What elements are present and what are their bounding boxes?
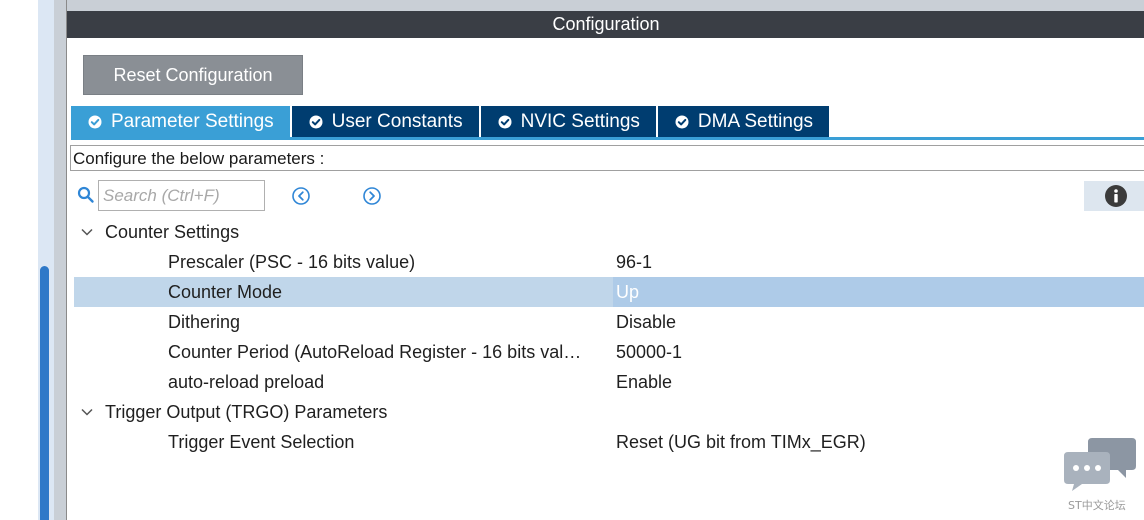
tab-label: User Constants — [331, 110, 463, 132]
info-icon — [1105, 185, 1127, 207]
check-circle-icon — [88, 115, 102, 128]
tab-dma-settings[interactable]: DMA Settings — [657, 106, 830, 137]
param-name: Counter Mode — [168, 282, 283, 302]
param-row[interactable]: Counter Period (AutoReload Register - 16… — [74, 337, 1144, 367]
tab-bar: Parameter Settings User Constants NVIC S… — [71, 106, 831, 137]
search-icon — [77, 186, 94, 203]
param-row[interactable]: Prescaler (PSC - 16 bits value) 96-1 — [74, 247, 1144, 277]
param-value[interactable]: Reset (UG bit from TIMx_EGR) — [616, 427, 866, 457]
param-value[interactable]: Disable — [616, 307, 676, 337]
panel-splitter[interactable] — [54, 0, 66, 520]
tab-user-constants[interactable]: User Constants — [291, 106, 479, 137]
param-name: Trigger Event Selection — [168, 432, 355, 452]
param-value-cell[interactable] — [613, 277, 1144, 307]
tab-label: Parameter Settings — [111, 110, 274, 132]
tab-underline — [71, 137, 1144, 140]
chat-bubble-icon — [1064, 438, 1136, 491]
param-value[interactable]: Up — [616, 277, 639, 307]
configuration-panel: Configuration Reset Configuration Parame… — [66, 0, 1144, 520]
tab-parameter-settings[interactable]: Parameter Settings — [71, 106, 290, 137]
panel-title: Configuration — [67, 11, 1144, 38]
param-name: Dithering — [168, 312, 241, 332]
tab-label: DMA Settings — [697, 110, 814, 132]
group-trigger-output-parameters[interactable]: Trigger Output (TRGO) Parameters — [74, 397, 1144, 427]
parameters-description: Configure the below parameters : — [70, 145, 1144, 171]
param-row[interactable]: Counter Mode Up — [74, 277, 1144, 307]
chevron-down-icon[interactable] — [80, 226, 94, 238]
check-circle-icon — [675, 115, 689, 128]
panel-top-strip — [67, 0, 1144, 11]
param-name: Prescaler (PSC - 16 bits value) — [168, 252, 416, 272]
param-name: auto-reload preload — [168, 372, 325, 392]
left-margin — [0, 0, 38, 520]
check-circle-icon — [309, 115, 323, 128]
chevron-right-circle-icon[interactable] — [362, 186, 382, 206]
tab-label: NVIC Settings — [520, 110, 640, 132]
param-name: Counter Period (AutoReload Register - 16… — [168, 342, 582, 362]
chevron-left-circle-icon[interactable] — [291, 186, 311, 206]
forum-watermark: ST中文论坛 — [1062, 436, 1138, 516]
search-input[interactable] — [98, 180, 265, 211]
param-row[interactable]: auto-reload preload Enable — [74, 367, 1144, 397]
info-button[interactable] — [1084, 181, 1144, 211]
param-value[interactable]: 96-1 — [616, 247, 652, 277]
group-label: Counter Settings — [105, 222, 240, 242]
tab-nvic-settings[interactable]: NVIC Settings — [480, 106, 656, 137]
param-row[interactable]: Dithering Disable — [74, 307, 1144, 337]
param-row[interactable]: Trigger Event Selection Reset (UG bit fr… — [74, 427, 1144, 457]
param-value[interactable]: 50000-1 — [616, 337, 682, 367]
group-counter-settings[interactable]: Counter Settings — [74, 217, 1144, 247]
chevron-down-icon[interactable] — [80, 406, 94, 418]
param-value[interactable]: Enable — [616, 367, 672, 397]
check-circle-icon — [498, 115, 512, 128]
reset-configuration-button[interactable]: Reset Configuration — [83, 55, 303, 95]
group-label: Trigger Output (TRGO) Parameters — [105, 402, 388, 422]
watermark-text: ST中文论坛 — [1068, 499, 1126, 512]
sidebar-scrollbar-thumb[interactable] — [40, 266, 49, 520]
